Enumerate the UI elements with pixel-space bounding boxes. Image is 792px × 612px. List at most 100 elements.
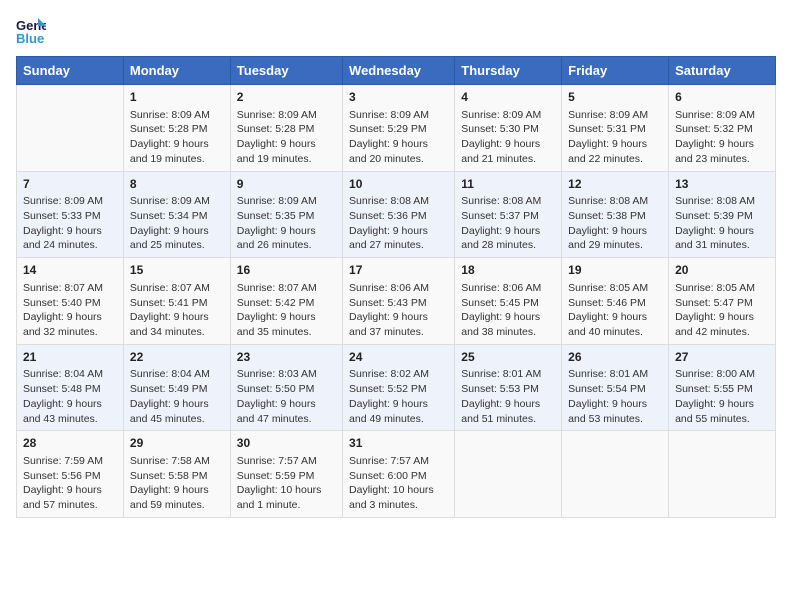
calendar-cell: 28 Sunrise: 7:59 AM Sunset: 5:56 PM Dayli… [17, 431, 124, 518]
cell-content: Sunrise: 8:06 AM Sunset: 5:43 PM Dayligh… [349, 281, 448, 340]
calendar-cell: 15 Sunrise: 8:07 AM Sunset: 5:41 PM Dayli… [123, 258, 230, 345]
day-number: 23 [237, 349, 336, 366]
calendar-cell: 21Sunrise: 8:04 AM Sunset: 5:48 PM Dayli… [17, 344, 124, 431]
page-header: General Blue [16, 16, 776, 46]
header-cell-monday: Monday [123, 57, 230, 85]
day-number: 25 [461, 349, 555, 366]
week-row-2: 7Sunrise: 8:09 AM Sunset: 5:33 PM Daylig… [17, 171, 776, 258]
day-number: 13 [675, 176, 769, 193]
cell-content: Sunrise: 8:01 AM Sunset: 5:54 PM Dayligh… [568, 367, 662, 426]
cell-content: Sunrise: 8:09 AM Sunset: 5:30 PM Dayligh… [461, 108, 555, 167]
cell-content: Sunrise: 7:59 AM Sunset: 5:56 PM Dayligh… [23, 454, 117, 513]
calendar-cell: 6 Sunrise: 8:09 AM Sunset: 5:32 PM Daylig… [669, 85, 776, 172]
day-number: 10 [349, 176, 448, 193]
calendar-cell: 14 Sunrise: 8:07 AM Sunset: 5:40 PM Dayli… [17, 258, 124, 345]
calendar-cell [17, 85, 124, 172]
cell-content: Sunrise: 8:09 AM Sunset: 5:32 PM Dayligh… [675, 108, 769, 167]
header-cell-tuesday: Tuesday [230, 57, 342, 85]
calendar-cell: 5 Sunrise: 8:09 AM Sunset: 5:31 PM Daylig… [562, 85, 669, 172]
header-cell-friday: Friday [562, 57, 669, 85]
calendar-cell [562, 431, 669, 518]
cell-content: Sunrise: 8:09 AM Sunset: 5:35 PM Dayligh… [237, 194, 336, 253]
calendar-cell: 16 Sunrise: 8:07 AM Sunset: 5:42 PM Dayli… [230, 258, 342, 345]
logo: General Blue [16, 16, 50, 46]
day-number: 30 [237, 435, 336, 452]
cell-content: Sunrise: 8:04 AM Sunset: 5:48 PM Dayligh… [23, 367, 117, 426]
cell-content: Sunrise: 8:09 AM Sunset: 5:31 PM Dayligh… [568, 108, 662, 167]
cell-content: Sunrise: 8:08 AM Sunset: 5:38 PM Dayligh… [568, 194, 662, 253]
day-number: 14 [23, 262, 117, 279]
calendar-cell [455, 431, 562, 518]
cell-content: Sunrise: 8:06 AM Sunset: 5:45 PM Dayligh… [461, 281, 555, 340]
calendar-cell: 1Sunrise: 8:09 AM Sunset: 5:28 PM Daylig… [123, 85, 230, 172]
calendar-cell: 2 Sunrise: 8:09 AM Sunset: 5:28 PM Daylig… [230, 85, 342, 172]
calendar-cell: 24Sunrise: 8:02 AM Sunset: 5:52 PM Dayli… [343, 344, 455, 431]
day-number: 8 [130, 176, 224, 193]
calendar-cell: 25Sunrise: 8:01 AM Sunset: 5:53 PM Dayli… [455, 344, 562, 431]
day-number: 9 [237, 176, 336, 193]
cell-content: Sunrise: 8:02 AM Sunset: 5:52 PM Dayligh… [349, 367, 448, 426]
calendar-cell: 29Sunrise: 7:58 AM Sunset: 5:58 PM Dayli… [123, 431, 230, 518]
day-number: 17 [349, 262, 448, 279]
day-number: 15 [130, 262, 224, 279]
calendar-cell: 8Sunrise: 8:09 AM Sunset: 5:34 PM Daylig… [123, 171, 230, 258]
calendar-cell: 11Sunrise: 8:08 AM Sunset: 5:37 PM Dayli… [455, 171, 562, 258]
week-row-1: 1Sunrise: 8:09 AM Sunset: 5:28 PM Daylig… [17, 85, 776, 172]
calendar-body: 1Sunrise: 8:09 AM Sunset: 5:28 PM Daylig… [17, 85, 776, 518]
calendar-cell: 10Sunrise: 8:08 AM Sunset: 5:36 PM Dayli… [343, 171, 455, 258]
day-number: 19 [568, 262, 662, 279]
day-number: 4 [461, 89, 555, 106]
calendar-cell: 26Sunrise: 8:01 AM Sunset: 5:54 PM Dayli… [562, 344, 669, 431]
cell-content: Sunrise: 8:09 AM Sunset: 5:34 PM Dayligh… [130, 194, 224, 253]
day-number: 21 [23, 349, 117, 366]
cell-content: Sunrise: 8:07 AM Sunset: 5:40 PM Dayligh… [23, 281, 117, 340]
week-row-4: 21Sunrise: 8:04 AM Sunset: 5:48 PM Dayli… [17, 344, 776, 431]
calendar-cell: 22Sunrise: 8:04 AM Sunset: 5:49 PM Dayli… [123, 344, 230, 431]
day-number: 26 [568, 349, 662, 366]
cell-content: Sunrise: 8:07 AM Sunset: 5:42 PM Dayligh… [237, 281, 336, 340]
week-row-5: 28 Sunrise: 7:59 AM Sunset: 5:56 PM Dayli… [17, 431, 776, 518]
calendar-table: SundayMondayTuesdayWednesdayThursdayFrid… [16, 56, 776, 518]
cell-content: Sunrise: 8:07 AM Sunset: 5:41 PM Dayligh… [130, 281, 224, 340]
calendar-cell: 13Sunrise: 8:08 AM Sunset: 5:39 PM Dayli… [669, 171, 776, 258]
day-number: 2 [237, 89, 336, 106]
calendar-cell: 9Sunrise: 8:09 AM Sunset: 5:35 PM Daylig… [230, 171, 342, 258]
day-number: 27 [675, 349, 769, 366]
day-number: 12 [568, 176, 662, 193]
cell-content: Sunrise: 7:57 AM Sunset: 5:59 PM Dayligh… [237, 454, 336, 513]
logo-icon: General Blue [16, 16, 46, 46]
day-number: 6 [675, 89, 769, 106]
calendar-cell: 19 Sunrise: 8:05 AM Sunset: 5:46 PM Dayli… [562, 258, 669, 345]
header-row: SundayMondayTuesdayWednesdayThursdayFrid… [17, 57, 776, 85]
day-number: 24 [349, 349, 448, 366]
day-number: 7 [23, 176, 117, 193]
cell-content: Sunrise: 8:04 AM Sunset: 5:49 PM Dayligh… [130, 367, 224, 426]
calendar-cell: 12Sunrise: 8:08 AM Sunset: 5:38 PM Dayli… [562, 171, 669, 258]
day-number: 28 [23, 435, 117, 452]
calendar-cell: 7Sunrise: 8:09 AM Sunset: 5:33 PM Daylig… [17, 171, 124, 258]
cell-content: Sunrise: 7:58 AM Sunset: 5:58 PM Dayligh… [130, 454, 224, 513]
cell-content: Sunrise: 8:01 AM Sunset: 5:53 PM Dayligh… [461, 367, 555, 426]
calendar-cell: 31Sunrise: 7:57 AM Sunset: 6:00 PM Dayli… [343, 431, 455, 518]
cell-content: Sunrise: 8:09 AM Sunset: 5:28 PM Dayligh… [130, 108, 224, 167]
cell-content: Sunrise: 8:03 AM Sunset: 5:50 PM Dayligh… [237, 367, 336, 426]
cell-content: Sunrise: 8:09 AM Sunset: 5:29 PM Dayligh… [349, 108, 448, 167]
cell-content: Sunrise: 8:05 AM Sunset: 5:46 PM Dayligh… [568, 281, 662, 340]
svg-text:Blue: Blue [16, 31, 44, 46]
day-number: 3 [349, 89, 448, 106]
day-number: 11 [461, 176, 555, 193]
cell-content: Sunrise: 8:09 AM Sunset: 5:28 PM Dayligh… [237, 108, 336, 167]
calendar-cell: 23Sunrise: 8:03 AM Sunset: 5:50 PM Dayli… [230, 344, 342, 431]
header-cell-saturday: Saturday [669, 57, 776, 85]
day-number: 20 [675, 262, 769, 279]
calendar-cell: 20Sunrise: 8:05 AM Sunset: 5:47 PM Dayli… [669, 258, 776, 345]
day-number: 5 [568, 89, 662, 106]
cell-content: Sunrise: 7:57 AM Sunset: 6:00 PM Dayligh… [349, 454, 448, 513]
day-number: 16 [237, 262, 336, 279]
calendar-header: SundayMondayTuesdayWednesdayThursdayFrid… [17, 57, 776, 85]
calendar-cell [669, 431, 776, 518]
calendar-cell: 4 Sunrise: 8:09 AM Sunset: 5:30 PM Daylig… [455, 85, 562, 172]
cell-content: Sunrise: 8:08 AM Sunset: 5:37 PM Dayligh… [461, 194, 555, 253]
header-cell-thursday: Thursday [455, 57, 562, 85]
calendar-cell: 30 Sunrise: 7:57 AM Sunset: 5:59 PM Dayli… [230, 431, 342, 518]
